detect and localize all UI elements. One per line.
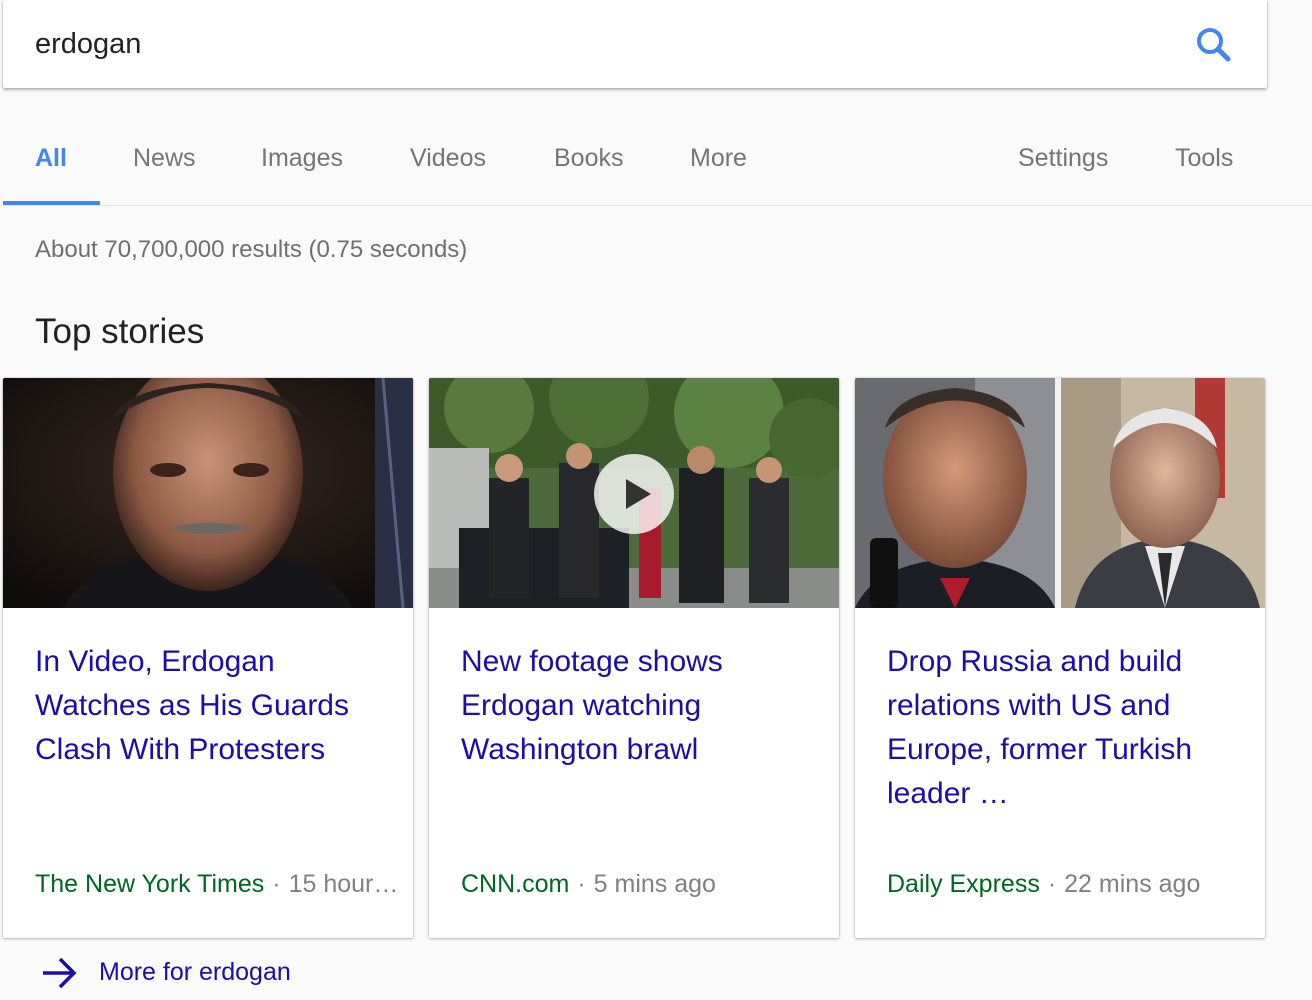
story-card-2[interactable]: New footage shows Erdogan watching Washi…: [429, 378, 839, 938]
magnifier-icon: [1197, 28, 1231, 62]
more-stories-label[interactable]: More for erdogan: [99, 958, 291, 987]
tab-images[interactable]: Images: [261, 144, 343, 173]
search-box: [3, 0, 1267, 88]
story-age: 15 hour…: [288, 870, 399, 898]
play-icon[interactable]: [593, 453, 675, 535]
story-age: 22 mins ago: [1064, 870, 1201, 898]
tab-all[interactable]: All: [35, 144, 67, 173]
meta-separator: ·: [272, 870, 281, 898]
story-meta: CNN.com · 5 mins ago: [461, 870, 836, 899]
story-headline[interactable]: Drop Russia and build relations with US …: [887, 640, 1237, 816]
story-source: Daily Express: [887, 870, 1040, 898]
search-input[interactable]: [35, 20, 1135, 68]
tabs-divider: [0, 205, 1312, 206]
story-image-two-politicians: [855, 378, 1265, 608]
story-image-video-thumbnail: [429, 378, 839, 608]
story-source: CNN.com: [461, 870, 570, 898]
tab-more[interactable]: More: [690, 144, 747, 173]
story-meta: The New York Times · 15 hour…: [35, 870, 410, 899]
search-tabs: All News Images Videos Books More Settin…: [0, 112, 1312, 207]
arrow-right-icon: [43, 957, 77, 989]
story-card-1[interactable]: In Video, Erdogan Watches as His Guards …: [3, 378, 413, 938]
tab-settings[interactable]: Settings: [1018, 144, 1108, 173]
tab-tools[interactable]: Tools: [1175, 144, 1233, 173]
tab-videos[interactable]: Videos: [410, 144, 486, 173]
story-image-erdogan-portrait: [3, 378, 413, 608]
meta-separator: ·: [577, 870, 586, 898]
story-headline[interactable]: In Video, Erdogan Watches as His Guards …: [35, 640, 385, 772]
tab-books[interactable]: Books: [554, 144, 623, 173]
top-stories-heading: Top stories: [35, 312, 205, 351]
story-headline[interactable]: New footage shows Erdogan watching Washi…: [461, 640, 811, 772]
tab-news[interactable]: News: [133, 144, 196, 173]
story-card-3[interactable]: Drop Russia and build relations with US …: [855, 378, 1265, 938]
story-meta: Daily Express · 22 mins ago: [887, 870, 1262, 899]
story-age: 5 mins ago: [593, 870, 716, 898]
search-button[interactable]: [1189, 20, 1237, 68]
story-source: The New York Times: [35, 870, 265, 898]
result-stats: About 70,700,000 results (0.75 seconds): [35, 236, 468, 263]
meta-separator: ·: [1047, 870, 1057, 898]
